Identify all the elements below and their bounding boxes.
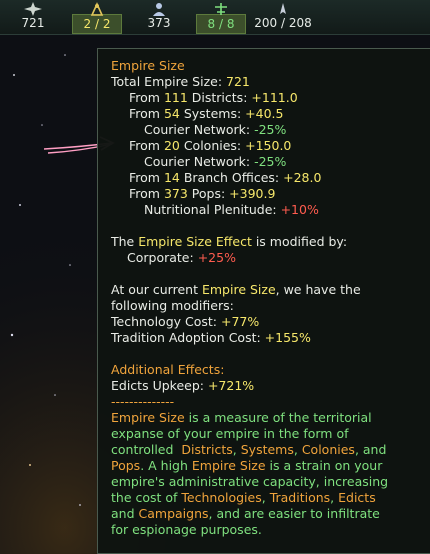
pops-value: 373: [147, 16, 171, 30]
edicts-resource[interactable]: 8 / 8: [190, 0, 252, 34]
resource-bar: 721 2 / 2 373 8 / 8 200 / 208: [0, 0, 430, 35]
star-cross-icon: [24, 2, 42, 16]
empire-size-tooltip: Empire Size Total Empire Size: 721 From …: [97, 48, 430, 554]
districts-line: From 111 Districts: +111.0: [129, 90, 298, 105]
divider: --------------: [111, 394, 175, 409]
description-line-1: Empire Size is a measure of the territor…: [111, 410, 372, 425]
influence-resource[interactable]: 721: [0, 0, 66, 34]
person-icon: [153, 3, 165, 16]
current-size-line: At our current Empire Size, we have the: [111, 282, 361, 297]
following-modifiers-line: following modifiers:: [111, 298, 234, 313]
pops-resource[interactable]: 373: [128, 0, 190, 34]
edicts-upkeep-line: Edicts Upkeep: +721%: [111, 378, 255, 393]
ship-icon: [280, 3, 286, 14]
description-line-6: the cost of Technologies, Traditions, Ed…: [111, 490, 376, 505]
effect-line: The Empire Size Effect is modified by:: [111, 234, 348, 249]
pops-line: From 373 Pops: +390.9: [129, 186, 276, 201]
technology-cost-line: Technology Cost: +77%: [111, 314, 260, 329]
corporate-line: Corporate: +25%: [127, 250, 236, 265]
tooltip-title: Empire Size: [111, 58, 185, 73]
total-empire-size: Total Empire Size: 721: [111, 74, 250, 89]
edicts-value: 8 / 8: [207, 17, 235, 31]
envoys-resource[interactable]: 2 / 2: [66, 0, 128, 34]
envoys-value: 2 / 2: [83, 17, 111, 31]
branch-offices-line: From 14 Branch Offices: +28.0: [129, 170, 322, 185]
description-line-4: Pops. A high Empire Size is a strain on …: [111, 458, 383, 473]
network-icon: [215, 3, 227, 15]
nutritional-plenitude-line: Nutritional Plenitude: +10%: [144, 202, 319, 217]
courier-network-line-1: Courier Network: -25%: [144, 122, 287, 137]
additional-effects-title: Additional Effects:: [111, 362, 225, 377]
tradition-cost-line: Tradition Adoption Cost: +155%: [111, 330, 311, 345]
description-line-8: for espionage purposes.: [111, 522, 262, 537]
description-line-7: and Campaigns, and are easier to infiltr…: [111, 506, 380, 521]
courier-network-line-2: Courier Network: -25%: [144, 154, 287, 169]
fleet-value: 200 / 208: [254, 16, 312, 30]
influence-value: 721: [21, 16, 45, 30]
envoy-icon: [90, 2, 104, 16]
description-line-5: empire's administrative capacity, increa…: [111, 474, 389, 489]
description-line-3: controlled Districts, Systems, Colonies,…: [111, 442, 387, 457]
colonies-line: From 20 Colonies: +150.0: [129, 138, 292, 153]
systems-line: From 54 Systems: +40.5: [129, 106, 284, 121]
fleet-resource[interactable]: 200 / 208: [252, 0, 314, 34]
description-line-2: expanse of your empire in the form of: [111, 426, 349, 441]
